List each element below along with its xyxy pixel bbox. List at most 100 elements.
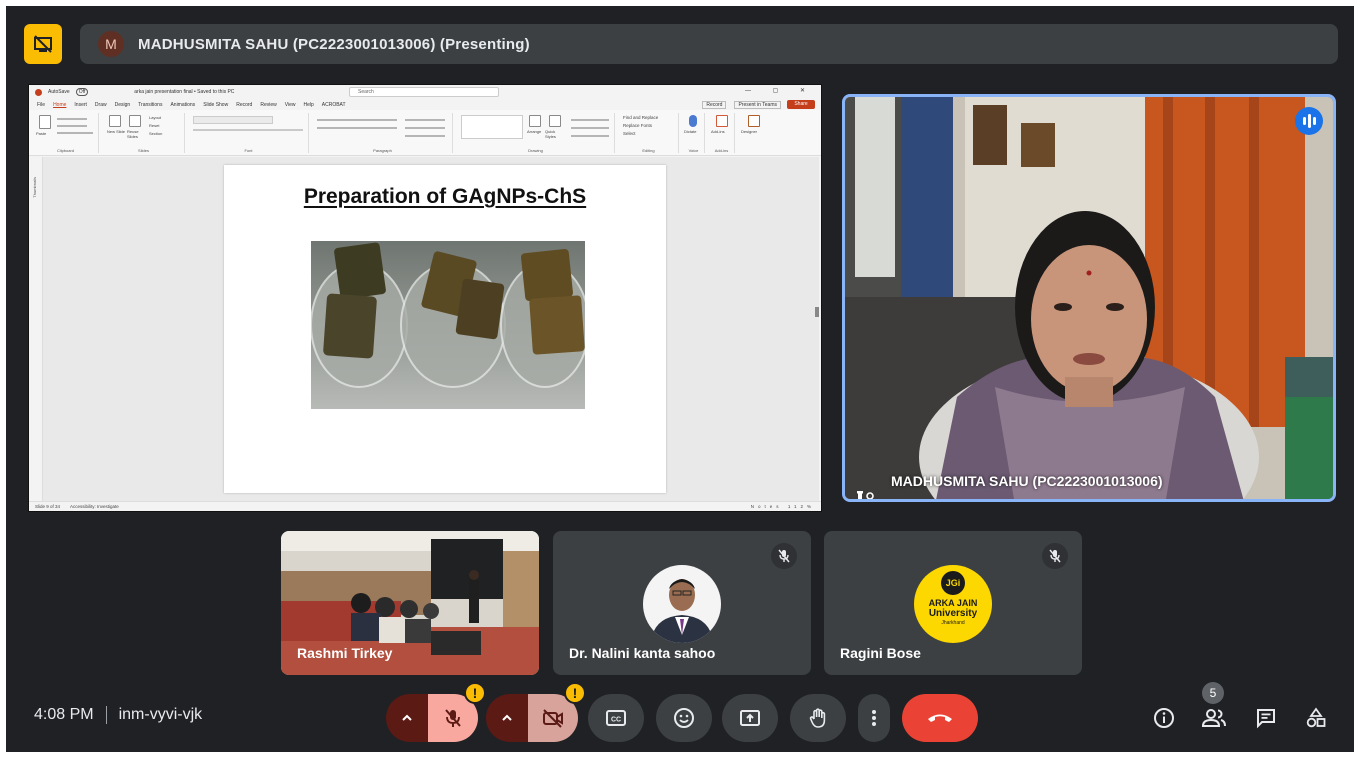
paste-label: Paste [36, 131, 47, 136]
participant-name: Dr. Nalini kanta sahoo [569, 645, 716, 661]
logo-mark: JGi [941, 571, 965, 595]
side-panel-controls: 5 [1144, 682, 1344, 740]
tab-review[interactable]: Review [260, 102, 276, 108]
designer-icon[interactable] [748, 115, 760, 127]
meeting-details-button[interactable] [1144, 696, 1184, 740]
svg-text:CC: CC [611, 717, 621, 724]
paste-icon[interactable] [39, 115, 51, 129]
warning-icon: ! [464, 682, 486, 704]
tab-draw[interactable]: Draw [95, 102, 107, 108]
tab-acrobat[interactable]: ACROBAT [322, 102, 346, 108]
accessibility-status[interactable]: Accessibility: Investigate [70, 504, 119, 509]
shapes-gallery[interactable] [461, 115, 523, 139]
replace-fonts-button[interactable]: Replace Fonts [623, 123, 652, 128]
tab-view[interactable]: View [285, 102, 296, 108]
warning-icon: ! [564, 682, 586, 704]
slide-photo [311, 241, 585, 409]
section-button[interactable]: Section [149, 131, 162, 136]
camera-toggle-button[interactable]: ! [528, 682, 586, 742]
university-logo: JGi ARKA JAIN University Jharkhand [914, 565, 992, 643]
font-name-field[interactable] [193, 116, 273, 124]
participant-tile-ragini[interactable]: JGi ARKA JAIN University Jharkhand Ragin… [824, 531, 1082, 675]
presenter-tile[interactable]: MADHUSMITA SAHU (PC2223001013006) [842, 94, 1336, 502]
present-off-icon [34, 35, 52, 53]
people-button[interactable]: 5 [1194, 682, 1234, 740]
add-ins-icon[interactable] [716, 115, 728, 127]
raise-hand-button[interactable] [790, 694, 846, 742]
captions-icon: CC [606, 710, 626, 726]
layout-button[interactable]: Layout [149, 115, 161, 120]
notes-button[interactable]: Notes [751, 504, 783, 509]
ribbon-group-voice: Dictate Voice [683, 113, 705, 153]
new-slide-label: New Slide [107, 129, 126, 134]
pp-window-controls[interactable]: — ▢ ✕ [745, 87, 815, 94]
logo-line-arka-jain: ARKA JAIN [928, 598, 978, 608]
ribbon-label-editing: Editing [642, 148, 655, 153]
dictate-label: Dictate [684, 129, 697, 134]
people-icon [1201, 709, 1226, 727]
presenter-name: MADHUSMITA SAHU (PC2223001013006) [891, 473, 1163, 489]
camera-off-icon [543, 709, 563, 728]
participant-count-badge: 5 [1202, 682, 1224, 704]
tab-insert[interactable]: Insert [74, 102, 87, 108]
ribbon-group-clipboard: Paste Clipboard [33, 113, 99, 153]
present-in-teams-button[interactable]: Present in Teams [734, 100, 781, 109]
ribbon-label-voice: Voice [688, 148, 699, 153]
dictate-icon[interactable] [689, 115, 697, 127]
tab-record[interactable]: Record [236, 102, 252, 108]
share-button[interactable]: Share [787, 100, 815, 109]
quick-styles-label: Quick Styles [545, 129, 556, 139]
emoji-reaction-button[interactable] [656, 694, 712, 742]
chat-icon [1257, 709, 1275, 729]
present-screen-button[interactable] [722, 694, 778, 742]
thumbnails-pane[interactable]: Thumbnails [29, 157, 43, 502]
slide-scrollbar[interactable] [815, 307, 819, 317]
more-options-button[interactable] [858, 694, 890, 742]
status-right: Notes 112% [751, 504, 821, 509]
arrange-icon[interactable] [529, 115, 541, 127]
reset-button[interactable]: Reset [149, 123, 159, 128]
divider [105, 706, 107, 724]
tab-animations[interactable]: Animations [170, 102, 195, 108]
captions-button[interactable]: CC [588, 694, 644, 742]
ribbon-group-font: Font [189, 113, 309, 153]
zoom-level[interactable]: 112% [788, 504, 815, 509]
avatar [643, 565, 721, 643]
meeting-info: 4:08 PM inm-vyvi-vjk [34, 706, 202, 724]
leave-call-button[interactable] [902, 694, 978, 742]
ribbon-label-slides: Slides [138, 148, 149, 153]
audio-settings-button[interactable] [386, 694, 428, 742]
mic-control-group: ! [386, 682, 486, 742]
tab-slide-show[interactable]: Slide Show [203, 102, 228, 108]
chat-button[interactable] [1246, 696, 1286, 740]
ribbon-group-designer: Designer [739, 113, 769, 153]
find-replace-button[interactable]: Find and Replace [623, 115, 658, 120]
slide-canvas: Preparation of GAgNPs-ChS [43, 157, 819, 502]
mic-toggle-button[interactable]: ! [428, 682, 486, 742]
new-slide-icon[interactable] [109, 115, 121, 127]
pp-menu-tabs: File Home Insert Draw Design Transitions… [29, 99, 821, 110]
ribbon-group-drawing: Arrange Quick Styles Drawing [457, 113, 615, 153]
pp-search-box[interactable]: Search [349, 87, 499, 97]
slide[interactable]: Preparation of GAgNPs-ChS [224, 165, 666, 493]
record-button[interactable]: Record [702, 100, 727, 109]
avatar: M [98, 31, 124, 57]
slide-title: Preparation of GAgNPs-ChS [224, 185, 666, 209]
tab-file[interactable]: File [37, 102, 45, 108]
autosave-toggle[interactable]: Off [75, 88, 89, 96]
quick-styles-icon[interactable] [549, 115, 561, 127]
participant-tile-rashmi[interactable]: Rashmi Tirkey [281, 531, 539, 675]
participant-tile-nalini[interactable]: Dr. Nalini kanta sahoo [553, 531, 811, 675]
ribbon-label-addins: Add-ins [714, 148, 729, 153]
present-toggle-button[interactable] [24, 24, 62, 64]
reuse-slides-icon[interactable] [129, 115, 141, 127]
presenting-banner: M MADHUSMITA SAHU (PC2223001013006) (Pre… [80, 24, 1338, 64]
pp-status-bar: Slide 9 of 34 Accessibility: Investigate… [29, 501, 821, 511]
tab-transitions[interactable]: Transitions [138, 102, 162, 108]
tab-home[interactable]: Home [53, 102, 66, 108]
activities-button[interactable] [1296, 696, 1336, 740]
video-settings-button[interactable] [486, 694, 528, 742]
select-button[interactable]: Select [623, 131, 636, 136]
tab-design[interactable]: Design [115, 102, 131, 108]
tab-help[interactable]: Help [303, 102, 313, 108]
